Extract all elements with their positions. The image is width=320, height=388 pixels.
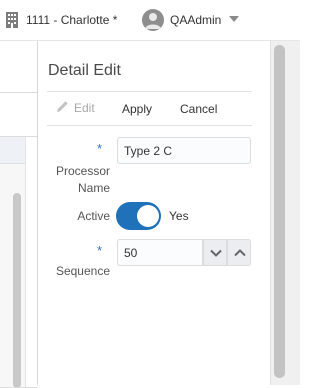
increment-button[interactable] — [227, 239, 251, 266]
sequence-label: Sequence — [55, 264, 110, 278]
processor-name-label-line2: Name — [77, 181, 110, 195]
apply-button[interactable]: Apply — [122, 102, 152, 116]
toggle-knob — [137, 205, 159, 227]
pencil-icon — [56, 100, 69, 116]
divider — [0, 92, 37, 93]
edit-button[interactable]: Edit — [56, 100, 95, 118]
sequence-field[interactable]: 50 — [117, 239, 203, 266]
building-icon — [4, 11, 20, 29]
location-selector[interactable]: 1111 - Charlotte * — [26, 13, 117, 27]
processor-name-label-line1: Processor — [55, 164, 110, 178]
required-indicator: * — [97, 141, 103, 156]
edit-label: Edit — [74, 101, 95, 115]
active-toggle[interactable] — [116, 202, 161, 230]
detail-edit-panel: Detail Edit Edit Apply Cancel * Processo… — [37, 41, 271, 385]
user-menu[interactable]: QAAdmin — [170, 13, 221, 27]
caret-down-icon[interactable] — [229, 16, 239, 22]
divider — [47, 125, 252, 126]
processor-name-field[interactable]: Type 2 C — [117, 137, 251, 164]
cancel-button[interactable]: Cancel — [180, 102, 217, 116]
chevron-up-icon — [234, 249, 246, 257]
avatar-icon[interactable] — [142, 9, 164, 31]
required-indicator: * — [97, 243, 103, 258]
active-label: Active — [77, 209, 110, 223]
panel-title: Detail Edit — [48, 62, 121, 79]
list-scrollbar[interactable] — [13, 193, 21, 388]
list-item[interactable] — [0, 137, 25, 164]
chevron-down-icon — [210, 249, 222, 257]
active-value: Yes — [169, 209, 189, 223]
divider — [47, 91, 252, 92]
top-bar: 1111 - Charlotte * QAAdmin — [0, 0, 300, 41]
decrement-button[interactable] — [203, 239, 227, 266]
page-scrollbar-thumb[interactable] — [274, 45, 285, 378]
master-panel — [0, 41, 37, 388]
